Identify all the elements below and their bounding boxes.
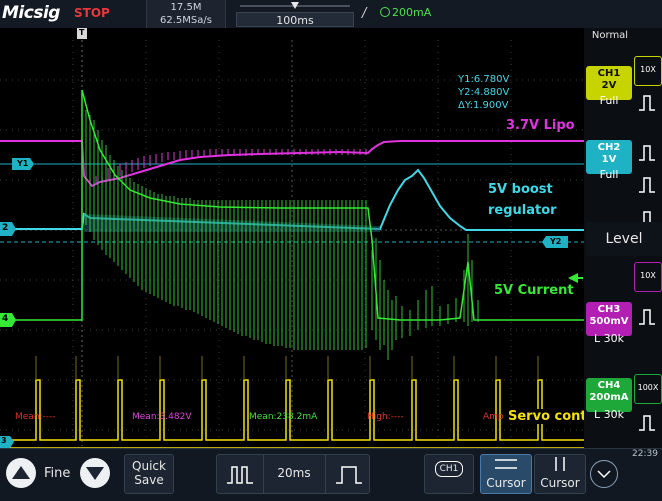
cursor-readout-y2: Y2:4.880V (458, 87, 510, 98)
timebase-value: 100ms (236, 12, 354, 27)
ch1-badge: CH1 (435, 461, 463, 477)
ch1-probe: 10X (640, 65, 656, 74)
fine-up-button[interactable] (6, 458, 36, 488)
ch4-marker-label: 4 (2, 314, 9, 324)
ch4-probe-button[interactable]: 100X (634, 374, 662, 404)
ch4-name: CH4 (597, 380, 621, 391)
measurement-2: Mean:3.482V (132, 412, 192, 422)
channel-select-button[interactable]: CH1 (424, 454, 474, 494)
run-stop-status[interactable]: STOP (74, 6, 110, 20)
measurement-5: Amp (483, 412, 504, 422)
ch3-probe: 10X (640, 271, 656, 280)
fine-down-button[interactable] (80, 458, 110, 488)
ch1-pulse-icon[interactable] (634, 88, 660, 116)
trigger-source-icon (380, 7, 390, 17)
ch4-coupling: L 30k (594, 408, 624, 421)
label-current: 5V Current (494, 283, 574, 298)
ch1-name: CH1 (597, 68, 621, 79)
measurement-1: Mean:---- (15, 412, 56, 422)
timebase-display[interactable]: 100ms (236, 0, 354, 28)
measurement-3: Mean:238.2mA (249, 412, 318, 422)
horizontal-cursor-icon (495, 459, 517, 469)
ch2-coupling: Full (599, 168, 619, 181)
cursor2-label: Cursor (540, 476, 580, 490)
ch3-name: CH3 (597, 304, 621, 315)
fine-label[interactable]: Fine (44, 466, 70, 481)
timebase-increase-button[interactable] (325, 455, 372, 493)
trigger-level-value: 200mA (392, 6, 432, 19)
ch1-coupling: Full (599, 94, 619, 107)
top-status-bar: Micsig STOP 17.5M 62.5MSa/s 100ms / 200m… (0, 0, 662, 29)
trigger-mode[interactable]: Normal (588, 30, 632, 41)
level-button[interactable]: Level (586, 222, 662, 256)
timebase-decrease-button[interactable] (217, 455, 264, 493)
sample-rate: 62.5MSa/s (160, 15, 212, 26)
vertical-cursor-icon (555, 457, 565, 471)
quick-save-line2: Save (134, 473, 164, 487)
y1-marker-label: Y1 (17, 159, 29, 168)
ch4-spikes (85, 110, 479, 360)
ch3-coupling: L 30k (594, 332, 624, 345)
ch3-scale: 500mV (589, 316, 629, 327)
cursor1-label: Cursor (486, 476, 526, 490)
ch3-button[interactable]: CH3 500mV (586, 302, 632, 336)
waveform-display[interactable]: T Y1 Y2 2 4 3 Y1:6.780V Y2:4.880V ΔY:1.9… (0, 28, 609, 448)
label-lipo: 3.7V Lipo (506, 118, 575, 133)
ch1-marker-label: 3 (1, 436, 7, 445)
cursor-vertical-button[interactable]: Cursor (534, 454, 586, 494)
ch1-scale: 2V (601, 80, 617, 91)
trigger-marker-label: T (79, 28, 85, 37)
ch2-name: CH2 (597, 142, 621, 153)
quick-save-button[interactable]: Quick Save (124, 454, 174, 494)
trigger-level[interactable]: 200mA (380, 6, 431, 19)
ch1-probe-button[interactable]: 10X (634, 56, 662, 86)
y2-marker-label: Y2 (550, 237, 562, 246)
cursor-readout-delta: ΔY:1.900V (458, 100, 509, 111)
ch4-button[interactable]: CH4 200mA (586, 378, 632, 412)
menu-expand-button[interactable] (590, 460, 618, 488)
wide-pulse-icon (336, 466, 362, 484)
measurement-4: High:---- (367, 412, 404, 422)
chevron-down-icon (597, 470, 611, 479)
ch4-trigger-arrow (568, 273, 583, 283)
cursor-readout-y1: Y1:6.780V (458, 74, 510, 85)
down-arrow-icon (86, 467, 104, 480)
ch2-scale: 1V (601, 154, 617, 165)
ch2-marker-label: 2 (2, 223, 9, 233)
ch3-probe-button[interactable]: 10X (634, 262, 662, 292)
ch2-pulse-icon-2[interactable] (634, 170, 660, 198)
up-arrow-icon (12, 466, 30, 479)
ch2-pulse-icon-1[interactable] (634, 138, 660, 166)
ch3-pulse-icon[interactable] (634, 302, 660, 330)
ch4-probe: 100X (637, 383, 659, 392)
timebase-value-bottom: 20ms (277, 466, 311, 480)
label-boost-1: 5V boost (488, 182, 553, 197)
acquisition-info[interactable]: 17.5M 62.5MSa/s (146, 0, 226, 28)
clock: 22:39 (632, 449, 658, 459)
quick-save-line1: Quick (132, 459, 166, 473)
ch4-scale: 200mA (589, 392, 629, 403)
ch1-noise (35, 356, 539, 380)
label-boost-2: regulator (488, 203, 557, 218)
cursor-horizontal-button[interactable]: Cursor (480, 454, 532, 494)
timebase-control: 20ms (216, 454, 370, 494)
ch4-pulse-icon[interactable] (634, 408, 660, 436)
brand-logo: Micsig (2, 3, 60, 23)
memory-depth: 17.5M (170, 2, 202, 13)
narrow-pulse-icon (227, 466, 253, 484)
trigger-edge-icon[interactable]: / (362, 6, 366, 21)
time-position-indicator (240, 2, 350, 9)
